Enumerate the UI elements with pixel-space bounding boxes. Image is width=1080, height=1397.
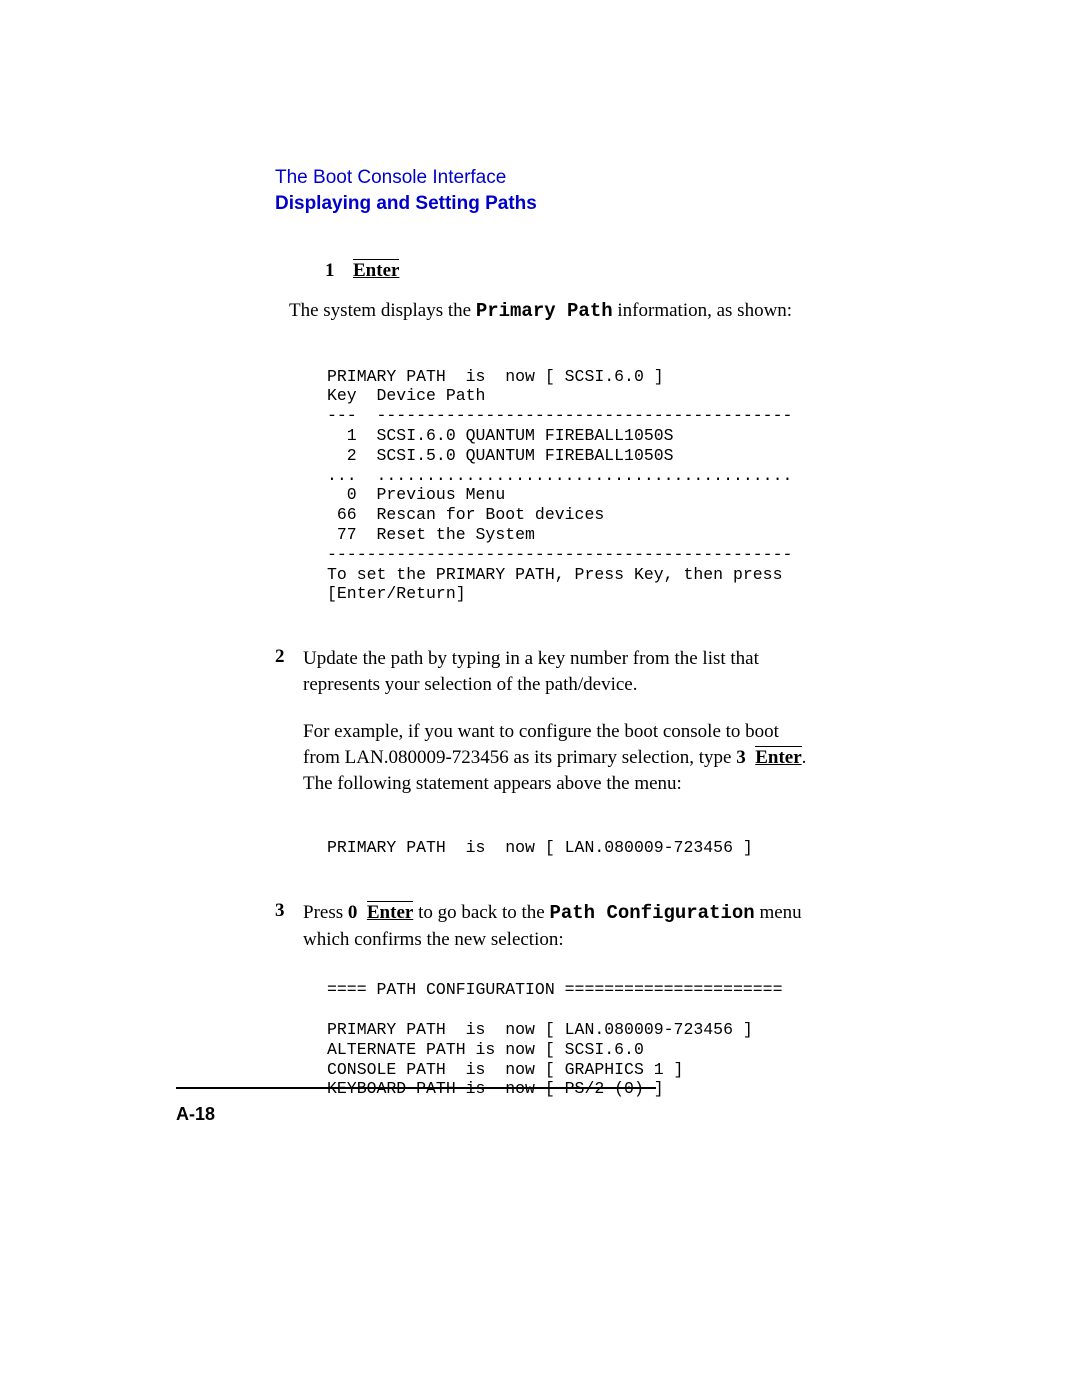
step3-para: Press 0 Enter to go back to the Path Con… [303, 900, 820, 952]
text: The system displays the [289, 300, 476, 321]
step-3: 3 Press 0 Enter to go back to the Path C… [275, 900, 820, 952]
steps: 1 Enter [275, 258, 820, 284]
step1-intro: The system displays the Primary Path inf… [289, 298, 820, 325]
text: to go back to the [413, 902, 549, 923]
enter-key-label: Enter [755, 746, 801, 768]
text: Press [303, 902, 348, 923]
primary-path-label: Primary Path [476, 300, 613, 322]
step2-para2: For example, if you want to configure th… [303, 719, 820, 796]
footer-rule [176, 1087, 656, 1089]
enter-key-label: Enter [367, 901, 413, 923]
step-number: 1 [325, 258, 335, 284]
enter-key-label: Enter [353, 259, 399, 281]
code-block-3: ==== PATH CONFIGURATION ================… [327, 980, 820, 1099]
key-0: 0 [348, 902, 358, 923]
text: information, as shown: [613, 300, 792, 321]
step-1: 1 Enter [325, 258, 820, 284]
section-title: Displaying and Setting Paths [275, 191, 820, 217]
key-3: 3 [736, 747, 746, 768]
chapter-title: The Boot Console Interface [275, 165, 820, 191]
step-number: 2 [275, 646, 285, 668]
page-number: A-18 [176, 1104, 215, 1125]
step-2: 2 Update the path by typing in a key num… [275, 646, 820, 796]
path-config-label: Path Configuration [549, 902, 754, 924]
code-block-1: PRIMARY PATH is now [ SCSI.6.0 ] Key Dev… [327, 367, 820, 605]
code-block-2: PRIMARY PATH is now [ LAN.080009-723456 … [327, 838, 820, 858]
step-number: 3 [275, 900, 285, 922]
text: For example, if you want to configure th… [303, 721, 779, 768]
page: The Boot Console Interface Displaying an… [0, 0, 1080, 1397]
breadcrumb: The Boot Console Interface Displaying an… [275, 165, 820, 216]
step2-para1: Update the path by typing in a key numbe… [303, 646, 820, 697]
